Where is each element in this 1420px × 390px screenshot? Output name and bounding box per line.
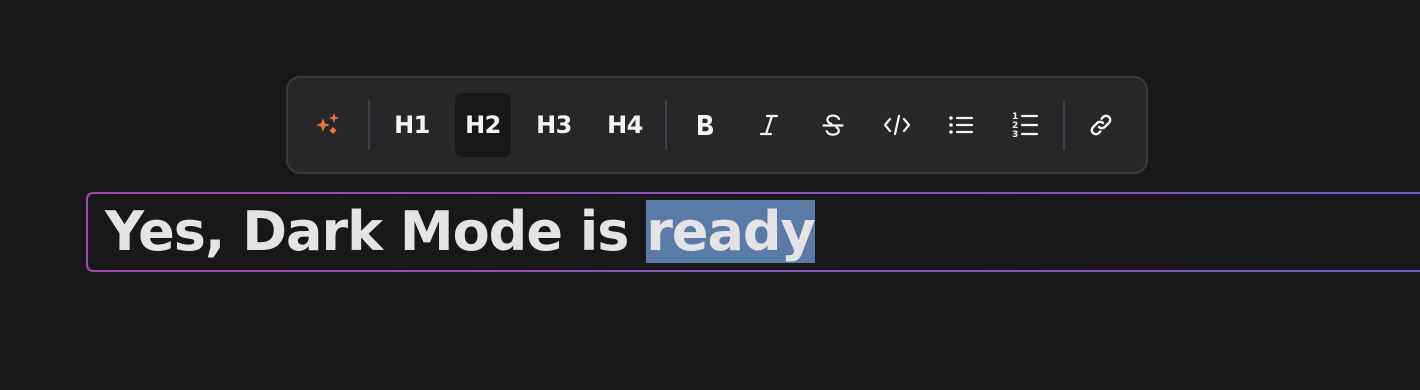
ai-assist-button[interactable]	[302, 93, 356, 157]
link-icon	[1090, 114, 1112, 136]
formatting-toolbar: H1 H2 H3 H4 1 2 3	[286, 76, 1148, 174]
heading-1-button[interactable]: H1	[384, 93, 440, 157]
toolbar-divider	[1063, 100, 1065, 150]
strikethrough-icon	[822, 114, 844, 136]
heading-block[interactable]: Yes, Dark Mode is ready	[86, 192, 1420, 272]
sparkles-icon	[316, 113, 339, 134]
bullet-list-icon	[949, 116, 974, 134]
toolbar-divider	[368, 100, 370, 150]
numbered-list-icon: 1 2 3	[1012, 112, 1039, 140]
heading-text-unselected: Yes, Dark Mode is	[105, 200, 647, 263]
code-button[interactable]	[873, 93, 921, 157]
bold-button[interactable]	[681, 93, 729, 157]
code-icon	[883, 114, 911, 136]
toolbar-divider	[665, 100, 667, 150]
svg-text:3: 3	[1012, 130, 1018, 140]
heading-4-button[interactable]: H4	[597, 93, 653, 157]
numbered-list-button[interactable]: 1 2 3	[1001, 93, 1049, 157]
italic-button[interactable]	[745, 93, 793, 157]
editor-content[interactable]: Yes, Dark Mode is ready	[88, 194, 1420, 270]
bullet-list-button[interactable]	[937, 93, 985, 157]
heading-3-button[interactable]: H3	[526, 93, 582, 157]
text-selection: ready	[646, 200, 816, 263]
link-button[interactable]	[1077, 93, 1125, 157]
italic-icon	[759, 114, 779, 136]
heading-text[interactable]: Yes, Dark Mode is ready	[105, 196, 816, 268]
heading-2-button[interactable]: H2	[455, 93, 511, 157]
strikethrough-button[interactable]	[809, 93, 857, 157]
bold-icon	[698, 115, 713, 135]
